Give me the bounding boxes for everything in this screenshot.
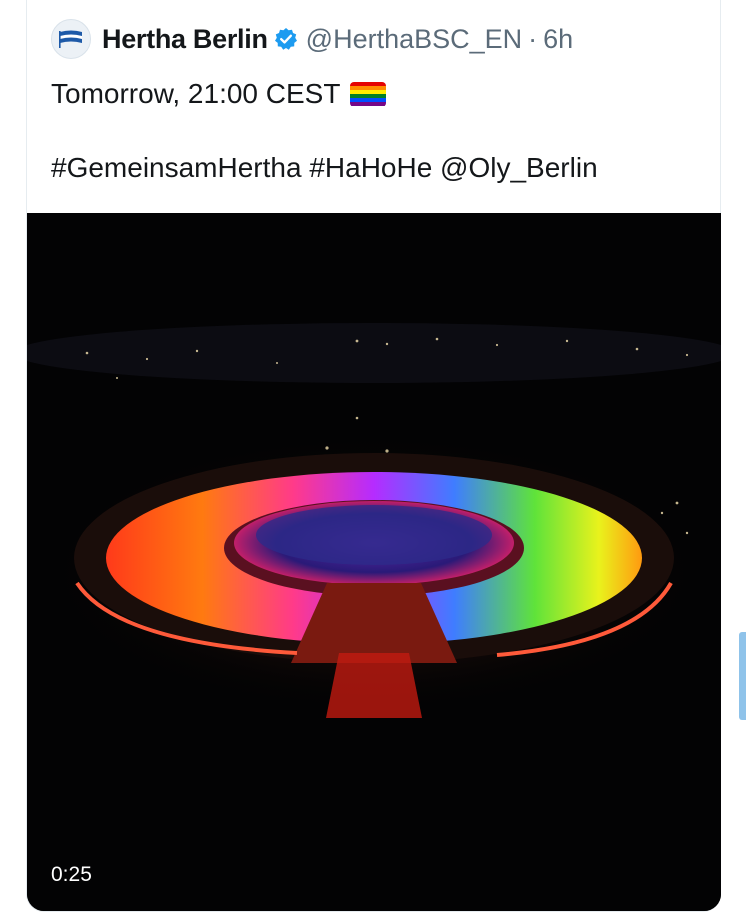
author-handle[interactable]: @HerthaBSC_EN <box>306 24 523 55</box>
scroll-indicator <box>739 632 746 720</box>
tweet-header: Hertha Berlin @HerthaBSC_EN · 6h <box>51 17 710 61</box>
tweet-card[interactable]: Hertha Berlin @HerthaBSC_EN · 6h Tomorro… <box>26 0 721 912</box>
separator-dot: · <box>528 23 538 54</box>
tweet-hashtags[interactable]: #GemeinsamHertha #HaHoHe @Oly_Berlin <box>51 148 598 188</box>
video-duration: 0:25 <box>51 863 92 886</box>
tweet-timestamp[interactable]: 6h <box>543 24 573 55</box>
author-display-name[interactable]: Hertha Berlin <box>102 24 268 55</box>
lit-stadium-video-thumbnail <box>27 213 721 911</box>
avatar[interactable] <box>51 19 91 59</box>
hertha-flag-logo-icon <box>59 30 82 48</box>
tweet-text: Tomorrow, 21:00 CEST #GemeinsamHertha #H… <box>51 74 598 188</box>
verified-badge-icon <box>274 27 298 51</box>
tweet-text-line1: Tomorrow, 21:00 CEST <box>51 74 598 114</box>
video-player[interactable]: 0:25 <box>27 213 721 911</box>
rainbow-flag-icon <box>350 81 387 107</box>
tweet-text-line1-label: Tomorrow, 21:00 CEST <box>51 78 341 109</box>
